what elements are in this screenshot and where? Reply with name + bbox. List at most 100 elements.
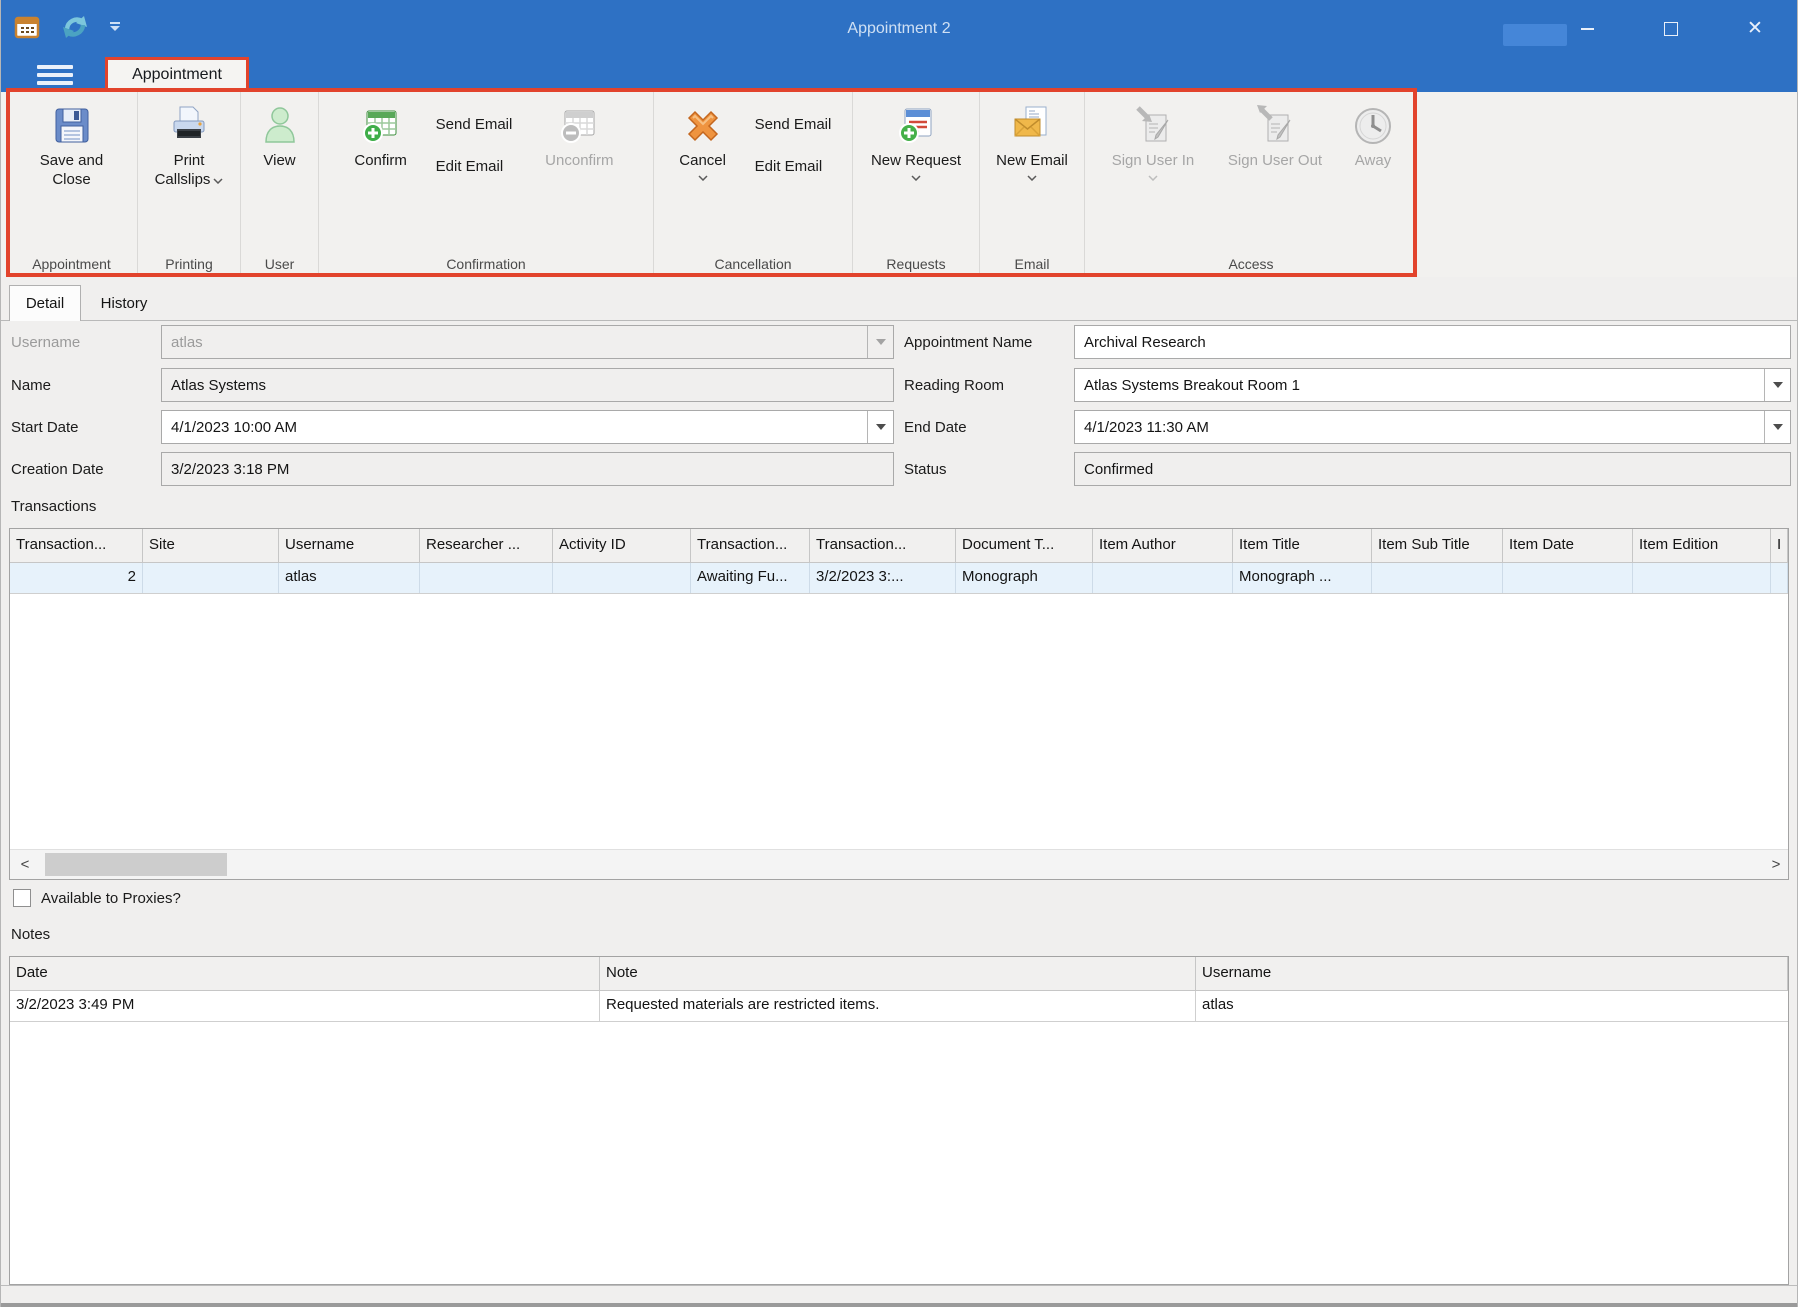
cell-item-edition xyxy=(1633,563,1771,593)
start-date-input[interactable] xyxy=(162,411,867,443)
save-and-close-button[interactable]: Save and Close xyxy=(31,92,113,190)
cell-site xyxy=(143,563,279,593)
print-callslips-button[interactable]: Print Callslips xyxy=(152,92,226,190)
cell-note-date: 3/2/2023 3:49 PM xyxy=(10,991,600,1021)
view-user-button[interactable]: View xyxy=(258,92,302,171)
tabstrip-divider xyxy=(1,320,1797,321)
cell-transaction-number: 2 xyxy=(10,563,143,593)
cell-note-username: atlas xyxy=(1196,991,1788,1021)
ribbon-tab-row: Appointment xyxy=(1,57,1797,92)
dropdown-arrow-icon xyxy=(1773,382,1783,388)
column-header[interactable]: Transaction... xyxy=(810,529,956,562)
column-header[interactable]: Item Edition xyxy=(1633,529,1771,562)
confirm-button[interactable]: Confirm xyxy=(338,92,424,171)
transactions-horizontal-scrollbar[interactable]: < > xyxy=(10,849,1788,879)
group-label-printing: Printing xyxy=(138,256,240,272)
tab-history[interactable]: History xyxy=(81,285,167,321)
column-header[interactable]: Site xyxy=(143,529,279,562)
appointment-name-input[interactable] xyxy=(1075,326,1790,358)
column-header[interactable]: I xyxy=(1771,529,1788,562)
reading-room-dropdown-button[interactable] xyxy=(1764,369,1790,401)
available-to-proxies-label: Available to Proxies? xyxy=(41,890,181,907)
new-email-icon xyxy=(1010,104,1054,148)
dropdown-arrow-icon xyxy=(876,339,886,345)
note-row[interactable]: 3/2/2023 3:49 PM Requested materials are… xyxy=(10,991,1788,1022)
column-header[interactable]: Item Title xyxy=(1233,529,1372,562)
menu-button[interactable] xyxy=(37,65,73,85)
cancellation-edit-email-button[interactable]: Edit Email xyxy=(755,158,823,175)
end-date-field[interactable] xyxy=(1074,410,1791,444)
scrollbar-thumb[interactable] xyxy=(45,853,227,876)
column-header[interactable]: Item Sub Title xyxy=(1372,529,1503,562)
maximize-button[interactable] xyxy=(1629,0,1713,57)
titlebar: Appointment 2 ✕ xyxy=(1,0,1797,57)
minimize-icon xyxy=(1581,28,1594,30)
column-header[interactable]: Activity ID xyxy=(553,529,691,562)
close-button[interactable]: ✕ xyxy=(1713,0,1797,57)
column-header[interactable]: Date xyxy=(10,957,600,990)
name-input xyxy=(162,369,893,401)
cell-item-sub-title xyxy=(1372,563,1503,593)
start-date-dropdown-button[interactable] xyxy=(867,411,893,443)
column-header[interactable]: Document T... xyxy=(956,529,1093,562)
sign-in-icon xyxy=(1131,104,1175,148)
scroll-left-arrow-icon[interactable]: < xyxy=(10,850,40,879)
ribbon-group-cancellation: Cancel Send Email Edit Email Cancellatio… xyxy=(654,92,853,277)
column-header[interactable]: Username xyxy=(1196,957,1788,990)
end-date-label: End Date xyxy=(904,410,967,444)
column-header[interactable]: Username xyxy=(279,529,420,562)
start-date-field[interactable] xyxy=(161,410,894,444)
tab-appointment[interactable]: Appointment xyxy=(105,57,249,92)
cell-researcher xyxy=(420,563,553,593)
cell-item-date xyxy=(1503,563,1633,593)
transactions-grid-body xyxy=(10,594,1788,849)
new-request-button[interactable]: New Request xyxy=(871,92,961,181)
close-icon: ✕ xyxy=(1747,17,1763,40)
printer-icon xyxy=(167,104,211,148)
cancel-button[interactable]: Cancel xyxy=(663,92,743,181)
reading-room-input[interactable] xyxy=(1075,369,1764,401)
detail-panel: Detail History Username Appointment Name… xyxy=(1,277,1797,1307)
column-header[interactable]: Item Date xyxy=(1503,529,1633,562)
ribbon-group-printing: Print Callslips Printing xyxy=(138,92,241,277)
transactions-header-row[interactable]: Transaction... Site Username Researcher … xyxy=(10,529,1788,563)
confirmation-edit-email-button[interactable]: Edit Email xyxy=(436,158,504,175)
cell-item-author xyxy=(1093,563,1233,593)
column-header[interactable]: Transaction... xyxy=(10,529,143,562)
chevron-down-icon xyxy=(1027,175,1037,181)
tab-detail[interactable]: Detail xyxy=(9,285,81,321)
notes-section-label: Notes xyxy=(11,926,50,943)
cancellation-send-email-button[interactable]: Send Email xyxy=(755,116,832,133)
cell-transaction-status: Awaiting Fu... xyxy=(691,563,810,593)
available-to-proxies-checkbox[interactable] xyxy=(13,889,31,907)
cell-extra xyxy=(1771,563,1788,593)
status-label: Status xyxy=(904,452,947,486)
notes-header-row[interactable]: Date Note Username xyxy=(10,957,1788,991)
cell-document-type: Monograph xyxy=(956,563,1093,593)
new-email-button[interactable]: New Email xyxy=(996,92,1068,181)
end-date-input[interactable] xyxy=(1075,411,1764,443)
status-input xyxy=(1075,453,1790,485)
transaction-row-selected[interactable]: 2 atlas Awaiting Fu... 3/2/2023 3:... Mo… xyxy=(10,563,1788,594)
minimize-button[interactable] xyxy=(1545,0,1629,57)
reading-room-field[interactable] xyxy=(1074,368,1791,402)
unconfirm-button: Unconfirm xyxy=(524,92,634,171)
transactions-grid[interactable]: Transaction... Site Username Researcher … xyxy=(9,528,1789,880)
clock-icon xyxy=(1351,104,1395,148)
group-label-access: Access xyxy=(1085,256,1417,272)
column-header[interactable]: Note xyxy=(600,957,1196,990)
column-header[interactable]: Researcher ... xyxy=(420,529,553,562)
column-header[interactable]: Transaction... xyxy=(691,529,810,562)
name-field xyxy=(161,368,894,402)
end-date-dropdown-button[interactable] xyxy=(1764,411,1790,443)
column-header[interactable]: Item Author xyxy=(1093,529,1233,562)
notes-grid[interactable]: Date Note Username 3/2/2023 3:49 PM Requ… xyxy=(9,956,1789,1285)
creation-date-input xyxy=(162,453,893,485)
dropdown-arrow-icon xyxy=(876,424,886,430)
confirmation-send-email-button[interactable]: Send Email xyxy=(436,116,513,133)
creation-date-field xyxy=(161,452,894,486)
print-callslips-label: Print Callslips xyxy=(155,152,211,188)
scroll-right-arrow-icon[interactable]: > xyxy=(1764,850,1788,879)
appointment-name-field[interactable] xyxy=(1074,325,1791,359)
available-to-proxies-row: Available to Proxies? xyxy=(13,889,181,907)
